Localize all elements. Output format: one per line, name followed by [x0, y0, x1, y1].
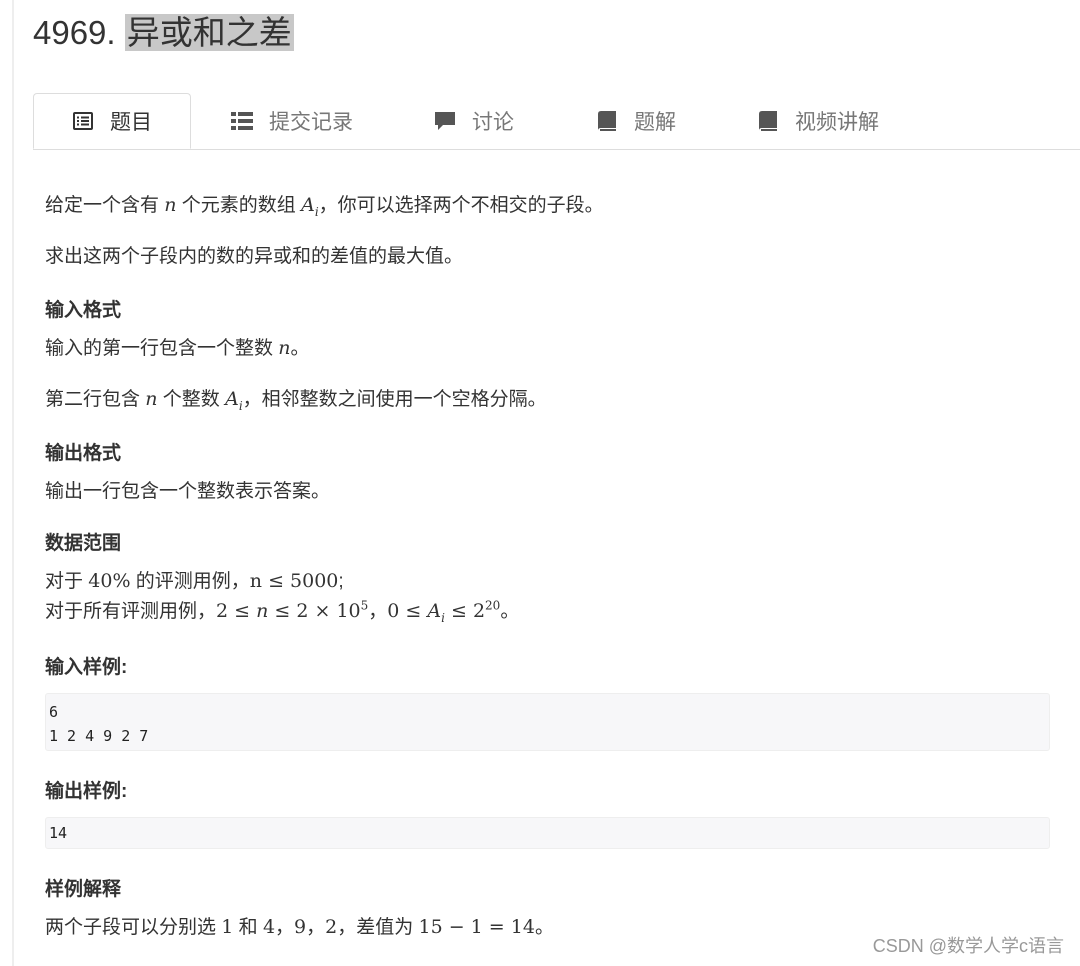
tab-label: 视频讲解: [795, 110, 879, 134]
watermark: CSDN @数学人学c语言: [872, 936, 1064, 956]
list-alt-icon: [72, 110, 94, 132]
explanation-heading: 样例解释: [45, 879, 122, 900]
math-expr: 1: [221, 916, 234, 938]
data-range-line-1: 对于 40% 的评测用例，n ≤ 5000;: [45, 566, 344, 593]
tab-problem[interactable]: 题目: [33, 93, 191, 149]
text: 和: [233, 917, 263, 938]
text: 个元素的数组: [176, 195, 302, 216]
math-expr: 40%: [88, 570, 131, 592]
tab-video-solutions[interactable]: 视频讲解: [757, 93, 879, 149]
book-icon: [596, 110, 618, 132]
text: ，相邻整数之间使用一个空格分隔。: [242, 389, 547, 410]
output-format-heading: 输出格式: [45, 443, 122, 464]
sample-input-block[interactable]: 6 1 2 4 9 2 7: [45, 693, 1050, 751]
math-expr: 15 − 1 = 14: [418, 916, 535, 938]
sample-output-heading: 输出样例:: [45, 781, 128, 802]
th-list-icon: [231, 110, 253, 132]
statement-line-1: 给定一个含有 n 个元素的数组 Ai，你可以选择两个不相交的子段。: [45, 190, 604, 219]
sample-output-block[interactable]: 14: [45, 817, 1050, 849]
math-expr: 2 ≤: [216, 600, 257, 622]
input-format-heading: 输入格式: [45, 300, 122, 321]
math-var: n: [145, 388, 158, 410]
sample-input-heading: 输入样例:: [45, 657, 128, 678]
left-border: [12, 0, 14, 966]
math-var: A: [427, 600, 442, 622]
data-range-line-2: 对于所有评测用例，2 ≤ n ≤ 2 × 105，0 ≤ Ai ≤ 220。: [45, 596, 519, 625]
problem-name: 异或和之差: [124, 14, 294, 51]
tab-label: 提交记录: [269, 110, 353, 134]
text: 两个子段可以分别选: [45, 917, 222, 938]
math-var: A: [225, 388, 239, 410]
tab-label: 讨论: [472, 110, 514, 134]
statement-line-2: 求出这两个子段内的数的异或和的差值的最大值。: [45, 246, 464, 267]
text: 个整数: [157, 389, 226, 410]
text: 。: [500, 601, 520, 622]
text: 给定一个含有: [45, 195, 165, 216]
text: 对于所有评测用例，: [45, 601, 217, 622]
math-expr: ≤ 2 × 10: [268, 600, 361, 622]
text: 。: [290, 338, 310, 359]
math-expr: 4，9，2: [262, 916, 338, 938]
data-range-heading: 数据范围: [45, 533, 122, 554]
tab-label: 题解: [634, 110, 676, 134]
tab-label: 题目: [110, 110, 152, 134]
problem-number: 4969.: [33, 14, 116, 51]
output-format-line-1: 输出一行包含一个整数表示答案。: [45, 481, 331, 502]
explanation-line: 两个子段可以分别选 1 和 4，9，2，差值为 15 − 1 = 14。: [45, 912, 554, 939]
text: ;: [338, 571, 344, 592]
code-line: 14: [49, 824, 68, 842]
comment-icon: [434, 110, 456, 132]
input-format-line-1: 输入的第一行包含一个整数 n。: [45, 333, 310, 360]
text: 对于: [45, 571, 89, 592]
text: 。: [534, 917, 554, 938]
text: ，你可以选择两个不相交的子段。: [318, 195, 604, 216]
text: ，: [368, 601, 388, 622]
math-expr: ≤ 2: [444, 600, 486, 622]
code-line: 1 2 4 9 2 7: [49, 727, 149, 745]
text: 的评测用例，: [130, 571, 250, 592]
text: 第二行包含: [45, 389, 146, 410]
input-format-line-2: 第二行包含 n 个整数 Ai，相邻整数之间使用一个空格分隔。: [45, 384, 547, 413]
math-var: n: [164, 194, 177, 216]
math-superscript: 20: [485, 598, 501, 613]
text: ，差值为: [337, 917, 419, 938]
tab-discussion[interactable]: 讨论: [434, 93, 514, 149]
problem-title: 4969. 异或和之差: [33, 10, 294, 56]
tab-solutions[interactable]: 题解: [596, 93, 676, 149]
math-var: A: [301, 194, 315, 216]
tab-submissions[interactable]: 提交记录: [231, 93, 353, 149]
code-line: 6: [49, 703, 59, 721]
problem-tabs: 题目 提交记录 讨论 题解 视频讲解: [33, 93, 1080, 150]
text: 输入的第一行包含一个整数: [45, 338, 279, 359]
math-expr: n ≤ 5000: [249, 570, 339, 592]
math-expr: 0 ≤: [387, 600, 428, 622]
math-var: n: [256, 600, 269, 622]
math-var: n: [278, 337, 291, 359]
book-icon: [757, 110, 779, 132]
